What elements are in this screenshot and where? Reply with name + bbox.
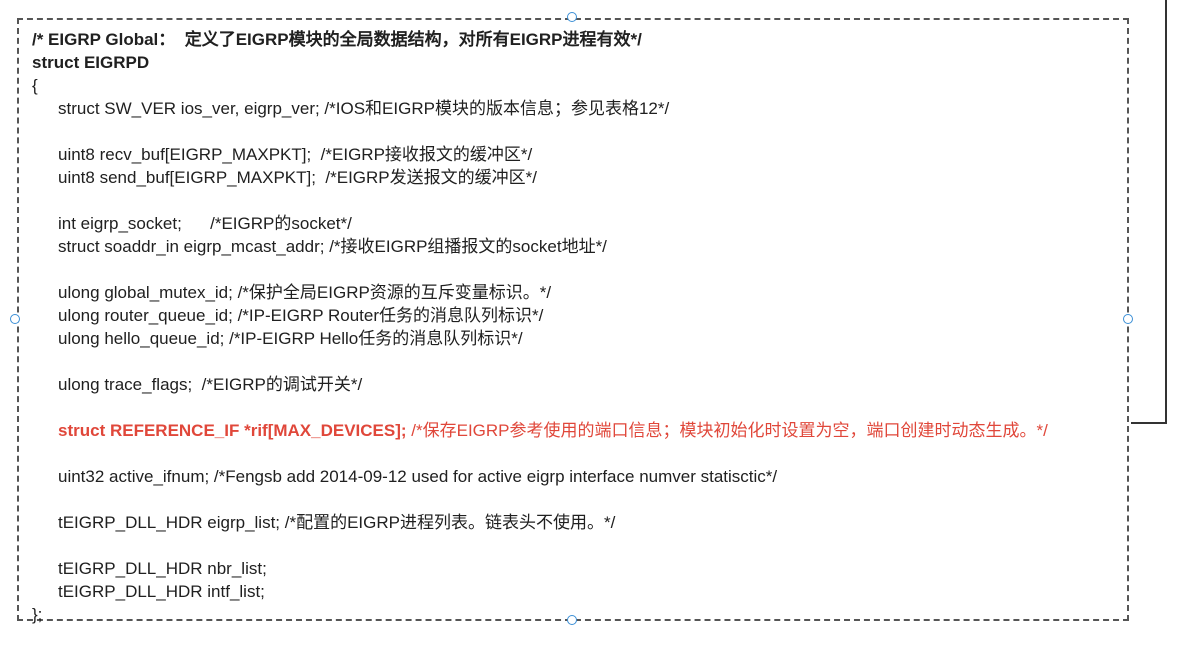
code-line: struct EIGRPD [32,53,150,72]
code-line: { [32,76,38,95]
code-line-highlight: struct REFERENCE_IF *rif[MAX_DEVICES]; /… [32,419,1122,465]
code-line: ulong trace_flags; /*EIGRP的调试开关*/ [58,375,363,394]
resize-handle-left[interactable] [10,314,20,324]
code-block: /* EIGRP Global： 定义了EIGRP模块的全局数据结构，对所有EI… [32,28,1122,626]
code-line: tEIGRP_DLL_HDR intf_list; [58,582,265,601]
code-line: uint8 recv_buf[EIGRP_MAXPKT]; /*EIGRP接收报… [58,145,533,164]
code-line: int eigrp_socket; /*EIGRP的socket*/ [58,214,352,233]
code-line: struct soaddr_in eigrp_mcast_addr; /*接收E… [58,237,607,256]
code-line: /* EIGRP Global： 定义了EIGRP模块的全局数据结构，对所有EI… [32,30,642,49]
code-line: tEIGRP_DLL_HDR eigrp_list; /*配置的EIGRP进程列… [58,513,616,532]
code-line: ulong hello_queue_id; /*IP-EIGRP Hello任务… [58,329,523,348]
connector-line[interactable] [1131,0,1167,424]
highlight-comment: /*保存EIGRP参考使用的端口信息；模块初始化时设置为空，端口创建时动态生成。… [406,421,1048,440]
highlight-declaration: struct REFERENCE_IF *rif[MAX_DEVICES]; [58,421,407,440]
code-line: struct SW_VER ios_ver, eigrp_ver; /*IOS和… [58,99,670,118]
code-line: tEIGRP_DLL_HDR nbr_list; [58,559,267,578]
code-line: uint32 active_ifnum; /*Fengsb add 2014-0… [58,467,778,486]
code-text-box[interactable]: /* EIGRP Global： 定义了EIGRP模块的全局数据结构，对所有EI… [17,18,1129,624]
code-line: ulong router_queue_id; /*IP-EIGRP Router… [58,306,544,325]
code-line: uint8 send_buf[EIGRP_MAXPKT]; /*EIGRP发送报… [58,168,537,187]
resize-handle-bottom[interactable] [567,615,577,625]
resize-handle-top[interactable] [567,12,577,22]
code-line: }; [32,605,43,624]
resize-handle-right[interactable] [1123,314,1133,324]
code-line: ulong global_mutex_id; /*保护全局EIGRP资源的互斥变… [58,283,552,302]
